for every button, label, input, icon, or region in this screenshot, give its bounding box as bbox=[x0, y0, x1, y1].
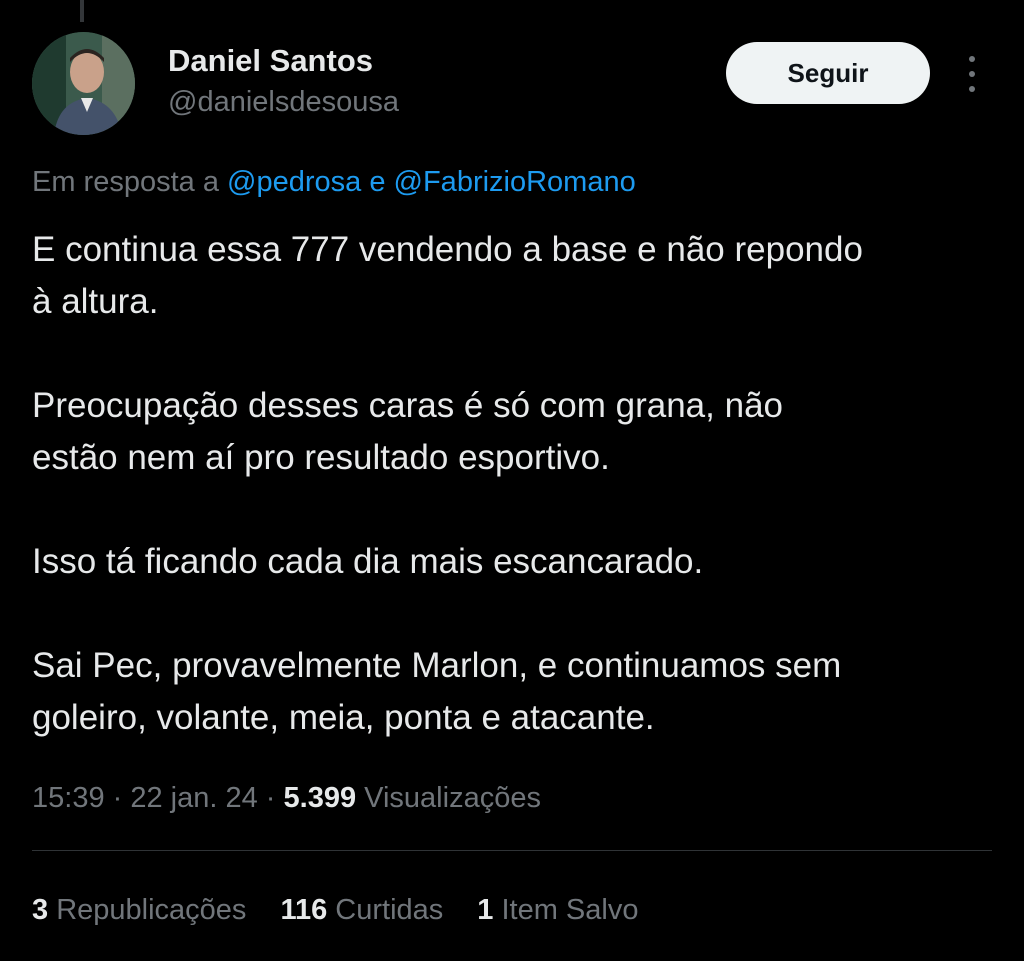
views-count[interactable]: 5.399 bbox=[284, 782, 357, 814]
likes-label: Curtidas bbox=[327, 894, 444, 926]
avatar[interactable] bbox=[32, 32, 135, 135]
tweet-paragraph: E continua essa 777 vendendo a base e nã… bbox=[32, 230, 863, 321]
tweet-meta: 15:39 · 22 jan. 24 · 5.399 Visualizações bbox=[32, 776, 541, 820]
reply-mention-pedrosa[interactable]: @pedrosa bbox=[227, 166, 361, 198]
follow-button[interactable]: Seguir bbox=[726, 42, 930, 104]
tweet-text: E continua essa 777 vendendo a base e nã… bbox=[32, 224, 992, 744]
engagement-stats: 3 Republicações 116 Curtidas 1 Item Salv… bbox=[32, 888, 638, 932]
reply-prefix: Em resposta a bbox=[32, 166, 228, 198]
reposts-label: Republicações bbox=[48, 894, 247, 926]
meta-separator: · bbox=[257, 782, 284, 814]
author-display-name[interactable]: Daniel Santos bbox=[168, 40, 399, 82]
likes-stat[interactable]: 116 Curtidas bbox=[280, 888, 443, 932]
meta-separator: · bbox=[104, 782, 131, 814]
avatar-photo bbox=[32, 32, 135, 135]
tweet-time[interactable]: 15:39 bbox=[32, 782, 105, 814]
tweet-paragraph: Isso tá ficando cada dia mais escancarad… bbox=[32, 542, 704, 581]
reply-context: Em resposta a @pedrosa e @FabrizioRomano bbox=[32, 162, 636, 202]
tweet-paragraph: Sai Pec, provavelmente Marlon, e continu… bbox=[32, 646, 842, 737]
author-handle[interactable]: @danielsdesousa bbox=[168, 82, 399, 122]
reposts-stat[interactable]: 3 Republicações bbox=[32, 888, 246, 932]
reposts-count: 3 bbox=[32, 894, 49, 926]
tweet-date[interactable]: 22 jan. 24 bbox=[130, 782, 257, 814]
views-label[interactable]: Visualizações bbox=[356, 782, 541, 814]
author-block[interactable]: Daniel Santos @danielsdesousa bbox=[168, 40, 399, 122]
more-dot bbox=[969, 56, 975, 62]
bookmarks-stat[interactable]: 1 Item Salvo bbox=[477, 888, 638, 932]
reply-mention-fabrizioromano[interactable]: @FabrizioRomano bbox=[394, 166, 636, 198]
likes-count: 116 bbox=[280, 894, 328, 926]
reply-joiner: e bbox=[361, 166, 394, 198]
more-dot bbox=[969, 86, 975, 92]
tweet-paragraph: Preocupação desses caras é só com grana,… bbox=[32, 386, 783, 477]
divider bbox=[32, 850, 992, 851]
bookmarks-count: 1 bbox=[477, 894, 494, 926]
bookmarks-label: Item Salvo bbox=[493, 894, 639, 926]
thread-connector-line bbox=[80, 0, 84, 22]
more-vertical-icon[interactable] bbox=[960, 56, 984, 92]
more-dot bbox=[969, 71, 975, 77]
